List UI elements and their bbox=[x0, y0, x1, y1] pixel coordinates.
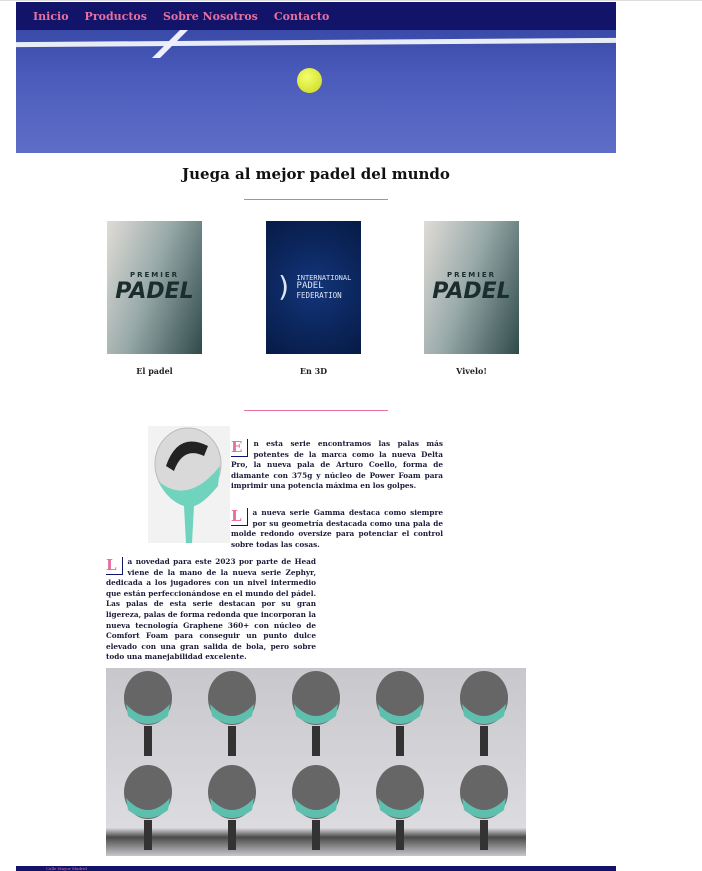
logo-text: PADEL bbox=[432, 279, 511, 304]
nav-sobre-nosotros[interactable]: Sobre Nosotros bbox=[163, 10, 258, 23]
racket-thumb bbox=[208, 765, 256, 850]
drop-cap: E bbox=[231, 439, 249, 457]
racket-thumb bbox=[292, 671, 340, 756]
paragraph-gamma: La nueva serie Gamma destaca como siempr… bbox=[231, 508, 443, 550]
paragraph-zephyr: La novedad para este 2023 por parte de H… bbox=[106, 557, 316, 663]
divider bbox=[244, 410, 388, 411]
racket-thumb bbox=[208, 671, 256, 756]
paragraph-delta: En esta serie encontramos las palas más … bbox=[231, 439, 443, 492]
card-caption: Vivelo! bbox=[456, 366, 487, 376]
card-caption: En 3D bbox=[299, 366, 328, 376]
racket-thumb bbox=[376, 671, 424, 756]
paragraph-text: n esta serie encontramos las palas más p… bbox=[231, 439, 443, 491]
racket-thumb bbox=[460, 765, 508, 850]
page-title: Juega al mejor padel del mundo bbox=[182, 165, 450, 183]
footer-address: Calle Mayor Madrid bbox=[46, 866, 87, 871]
racket-thumb bbox=[376, 765, 424, 850]
racket-thumb bbox=[460, 671, 508, 756]
logo-text: PADEL bbox=[115, 279, 194, 304]
racket-thumb bbox=[292, 765, 340, 850]
racket-thumb bbox=[124, 671, 172, 756]
logo-text: PREMIER bbox=[129, 271, 180, 279]
paragraph-text: a nueva serie Gamma destaca como siempre… bbox=[231, 508, 443, 549]
nav-contacto[interactable]: Contacto bbox=[274, 10, 329, 23]
divider bbox=[244, 199, 388, 200]
racket-thumb bbox=[124, 765, 172, 850]
footer: Calle Mayor Madrid bbox=[16, 866, 616, 871]
drop-cap: L bbox=[231, 508, 248, 526]
card-image-ipf[interactable]: ) INTERNATIONAL PADEL FEDERATION bbox=[266, 221, 361, 354]
logo-text: FEDERATION bbox=[296, 291, 342, 301]
hero-image bbox=[16, 30, 616, 153]
drop-cap: L bbox=[106, 557, 123, 575]
card-caption: El padel bbox=[136, 366, 173, 376]
card-image-premier-padel[interactable]: PREMIER PADEL bbox=[424, 221, 519, 354]
logo-text: PREMIER bbox=[446, 271, 497, 279]
top-nav: Inicio Productos Sobre Nosotros Contacto bbox=[16, 2, 616, 30]
nav-productos[interactable]: Productos bbox=[85, 10, 147, 23]
nav-inicio[interactable]: Inicio bbox=[33, 10, 69, 23]
card-image-premier-padel[interactable]: PREMIER PADEL bbox=[107, 221, 202, 354]
rackets-gallery-image bbox=[106, 668, 526, 856]
paragraph-text: a novedad para este 2023 por parte de He… bbox=[106, 557, 317, 662]
racket-image bbox=[148, 426, 230, 543]
